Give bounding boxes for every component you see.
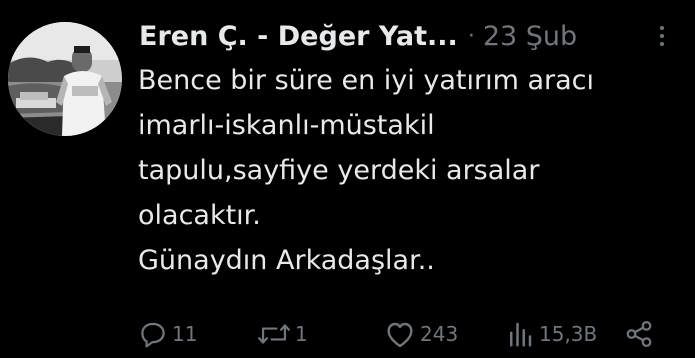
tweet-date[interactable]: 23 Şub (483, 21, 577, 52)
avatar-photo (8, 22, 122, 136)
repost-button[interactable]: 1 (257, 314, 308, 354)
tweet: Eren Ç. - Değer Yat... · 23 Şub Bence bi… (0, 0, 695, 358)
tweet-text-line: tapulu,sayfiye yerdeki arsalar (138, 155, 540, 186)
views-count: 15,3B (539, 322, 598, 346)
repost-icon (258, 324, 290, 344)
reply-button[interactable]: 11 (138, 314, 197, 354)
views-icon (510, 322, 532, 347)
tweet-text-line: olacaktır. (138, 200, 261, 231)
share-button[interactable] (624, 314, 654, 354)
tweet-text-line: Günaydın Arkadaşlar.. (138, 245, 435, 276)
repost-count: 1 (295, 322, 308, 346)
like-count: 243 (420, 322, 459, 346)
tweet-text-line: imarlı-iskanlı-müstakil (138, 110, 435, 141)
tweet-text: Bence bir süre en iyi yatırım aracı imar… (138, 58, 688, 283)
tweet-actions: 11 1 243 15,3B (0, 314, 695, 354)
avatar[interactable] (8, 22, 122, 136)
tweet-header: Eren Ç. - Değer Yat... · 23 Şub (139, 16, 577, 56)
heart-icon (387, 322, 413, 348)
like-button[interactable]: 243 (384, 314, 458, 354)
reply-icon (141, 322, 165, 348)
more-options-icon[interactable] (652, 24, 672, 48)
author-name[interactable]: Eren Ç. - Değer Yat... (139, 21, 458, 52)
share-icon (626, 321, 652, 347)
views-button[interactable]: 15,3B (505, 314, 597, 354)
reply-count: 11 (172, 322, 198, 346)
tweet-text-line: Bence bir süre en iyi yatırım aracı (138, 65, 594, 96)
header-separator: · (467, 23, 475, 49)
